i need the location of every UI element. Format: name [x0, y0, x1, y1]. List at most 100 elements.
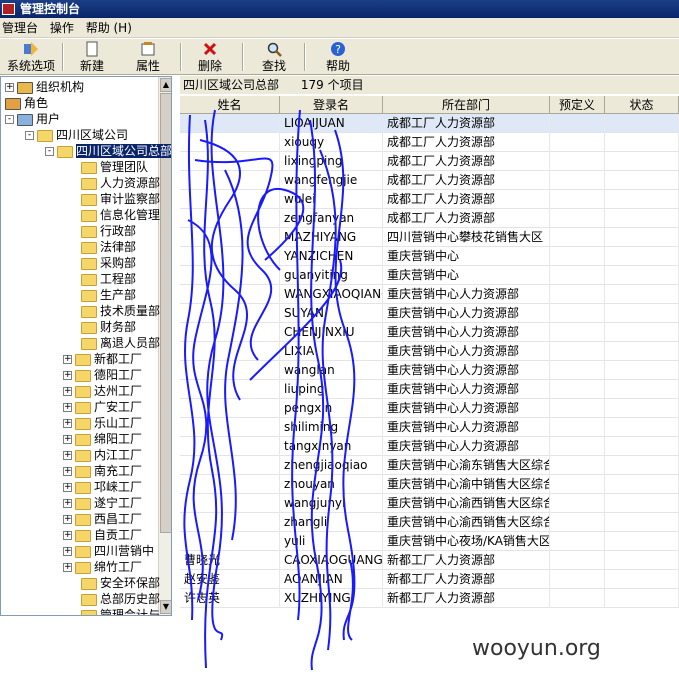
scroll-up-arrow-icon[interactable]: ▲: [160, 78, 171, 92]
column-header-name[interactable]: 姓名: [180, 96, 280, 114]
find-button[interactable]: 查找: [254, 41, 294, 73]
expand-plus-icon[interactable]: +: [63, 563, 72, 572]
tree-node-factory[interactable]: + 西昌工厂: [63, 511, 142, 527]
table-row[interactable]: 曹晓光 CAOXIAOGUANG 新都工厂人力资源部: [180, 551, 679, 570]
expand-plus-icon[interactable]: +: [63, 547, 72, 556]
table-row[interactable]: wulei 成都工厂人力资源部: [180, 190, 679, 209]
cell-department: 重庆营销中心渝西销售大区综合: [383, 513, 550, 532]
tree-node-factory[interactable]: + 南充工厂: [63, 463, 142, 479]
tree-node-hq[interactable]: - 四川区域公司总部: [45, 143, 171, 159]
new-button[interactable]: 新建: [72, 41, 112, 73]
table-row[interactable]: lixingping 成都工厂人力资源部: [180, 152, 679, 171]
table-row[interactable]: wangjunyi 重庆营销中心渝西销售大区综合: [180, 494, 679, 513]
expand-plus-icon[interactable]: +: [63, 483, 72, 492]
help-button[interactable]: ? 帮助: [318, 41, 358, 73]
table-row[interactable]: zhangli 重庆营销中心渝西销售大区综合: [180, 513, 679, 532]
tree-node-label: 审计监察部: [100, 192, 161, 206]
scroll-thumb[interactable]: [160, 93, 171, 533]
tree-node-department[interactable]: 总部历史部: [81, 591, 160, 607]
tree-node-factory[interactable]: + 自贡工厂: [63, 527, 142, 543]
table-row[interactable]: pengxin 重庆营销中心人力资源部: [180, 399, 679, 418]
table-row[interactable]: WANGXIAOQIANG 重庆营销中心人力资源部: [180, 285, 679, 304]
table-row[interactable]: YANZICHEN 重庆营销中心: [180, 247, 679, 266]
tree-node-factory[interactable]: + 德阳工厂: [63, 367, 142, 383]
table-row[interactable]: CHENJINXIU 重庆营销中心人力资源部: [180, 323, 679, 342]
expand-plus-icon[interactable]: +: [63, 371, 72, 380]
tree-node-department[interactable]: 安全环保部: [81, 575, 160, 591]
column-header-predefined[interactable]: 预定义: [550, 96, 605, 114]
tree-node-department[interactable]: 行政部: [81, 223, 136, 239]
expand-plus-icon[interactable]: +: [63, 531, 72, 540]
tree-node-department[interactable]: 工程部: [81, 271, 136, 287]
tree-node-company[interactable]: - 四川区域公司: [25, 127, 128, 143]
tree-node-department[interactable]: 采购部: [81, 255, 136, 271]
cell-predefined: [550, 456, 605, 475]
menu-action[interactable]: 操作: [48, 18, 80, 38]
collapse-minus-icon[interactable]: -: [25, 131, 34, 140]
menu-help[interactable]: 帮助 (H): [84, 18, 138, 38]
table-row[interactable]: tangxinyan 重庆营销中心人力资源部: [180, 437, 679, 456]
table-row[interactable]: liuping 重庆营销中心人力资源部: [180, 380, 679, 399]
table-row[interactable]: LIOAIJUAN 成都工厂人力资源部: [180, 114, 679, 133]
table-row[interactable]: 许志英 XUZHIYING 新都工厂人力资源部: [180, 589, 679, 608]
table-row[interactable]: shiliming 重庆营销中心人力资源部: [180, 418, 679, 437]
tree-node-department[interactable]: 审计监察部: [81, 191, 160, 207]
table-row[interactable]: guanyiting 重庆营销中心: [180, 266, 679, 285]
properties-button[interactable]: 属性: [128, 41, 168, 73]
tree-node-factory[interactable]: + 广安工厂: [63, 399, 142, 415]
collapse-minus-icon[interactable]: -: [5, 115, 14, 124]
table-row[interactable]: MAZHIYANG 四川营销中心攀枝花销售大区: [180, 228, 679, 247]
tree-node-department[interactable]: 离退人员部: [81, 335, 160, 351]
column-header-department[interactable]: 所在部门: [383, 96, 550, 114]
table-row[interactable]: zhengjiaoqiao 重庆营销中心渝东销售大区综合: [180, 456, 679, 475]
delete-button[interactable]: 删除: [190, 41, 230, 73]
tree-node-department[interactable]: 信息化管理: [81, 207, 160, 223]
tree-node-department[interactable]: 人力资源部: [81, 175, 160, 191]
scroll-down-arrow-icon[interactable]: ▼: [160, 600, 171, 614]
expand-plus-icon[interactable]: +: [63, 355, 72, 364]
tree-node-factory[interactable]: + 乐山工厂: [63, 415, 142, 431]
expand-plus-icon[interactable]: +: [63, 435, 72, 444]
tree-node-factory[interactable]: + 遂宁工厂: [63, 495, 142, 511]
system-options-button[interactable]: 系统选项: [4, 41, 58, 73]
table-row[interactable]: LIXIA 重庆营销中心人力资源部: [180, 342, 679, 361]
expand-plus-icon[interactable]: +: [63, 467, 72, 476]
expand-plus-icon[interactable]: +: [63, 419, 72, 428]
table-row[interactable]: SUYAN 重庆营销中心人力资源部: [180, 304, 679, 323]
table-row[interactable]: zengfanyan 成都工厂人力资源部: [180, 209, 679, 228]
expand-plus-icon[interactable]: +: [5, 83, 14, 92]
tree-node-department[interactable]: 法律部: [81, 239, 136, 255]
collapse-minus-icon[interactable]: -: [45, 147, 54, 156]
menu-manage[interactable]: 管理台: [0, 18, 44, 38]
expand-plus-icon[interactable]: +: [63, 387, 72, 396]
tree-node-factory[interactable]: + 邛崃工厂: [63, 479, 142, 495]
table-row[interactable]: 赵安鉴 AOANJIAN 新都工厂人力资源部: [180, 570, 679, 589]
tree-node-department[interactable]: 财务部: [81, 319, 136, 335]
column-header-status[interactable]: 状态: [605, 96, 679, 114]
table-row[interactable]: zhouyan 重庆营销中心渝中销售大区综合: [180, 475, 679, 494]
tree-node-department[interactable]: 管理会计与: [81, 607, 160, 615]
table-row[interactable]: yuli 重庆营销中心夜场/KA销售大区: [180, 532, 679, 551]
expand-plus-icon[interactable]: +: [63, 515, 72, 524]
table-row[interactable]: xiouqy 成都工厂人力资源部: [180, 133, 679, 152]
tree-node-org[interactable]: + 组织机构: [5, 79, 84, 95]
tree-node-factory[interactable]: + 绵阳工厂: [63, 431, 142, 447]
expand-plus-icon[interactable]: +: [63, 499, 72, 508]
column-header-login[interactable]: 登录名: [280, 96, 383, 114]
tree-node-factory[interactable]: + 四川营销中: [63, 543, 154, 559]
tree-node-roles[interactable]: 角色: [5, 95, 48, 111]
tree-node-factory[interactable]: + 新都工厂: [63, 351, 142, 367]
table-row[interactable]: wangfengjie 成都工厂人力资源部: [180, 171, 679, 190]
tree-node-factory[interactable]: + 内江工厂: [63, 447, 142, 463]
cell-name: 赵安鉴: [180, 570, 280, 589]
expand-plus-icon[interactable]: +: [63, 451, 72, 460]
expand-plus-icon[interactable]: +: [63, 403, 72, 412]
tree-node-factory[interactable]: + 达州工厂: [63, 383, 142, 399]
tree-node-department[interactable]: 管理团队: [81, 159, 148, 175]
tree-node-factory[interactable]: + 绵竹工厂: [63, 559, 142, 575]
tree-node-department[interactable]: 生产部: [81, 287, 136, 303]
table-row[interactable]: wanglan 重庆营销中心人力资源部: [180, 361, 679, 380]
tree-node-users[interactable]: - 用户: [5, 111, 60, 127]
org-tree[interactable]: ▲ ▼ + 组织机构 角色 - 用户 - 四川区域公司 - 四川区域公司总部 管理团队 人力资源部审…: [0, 76, 172, 616]
tree-node-department[interactable]: 技术质量部: [81, 303, 160, 319]
